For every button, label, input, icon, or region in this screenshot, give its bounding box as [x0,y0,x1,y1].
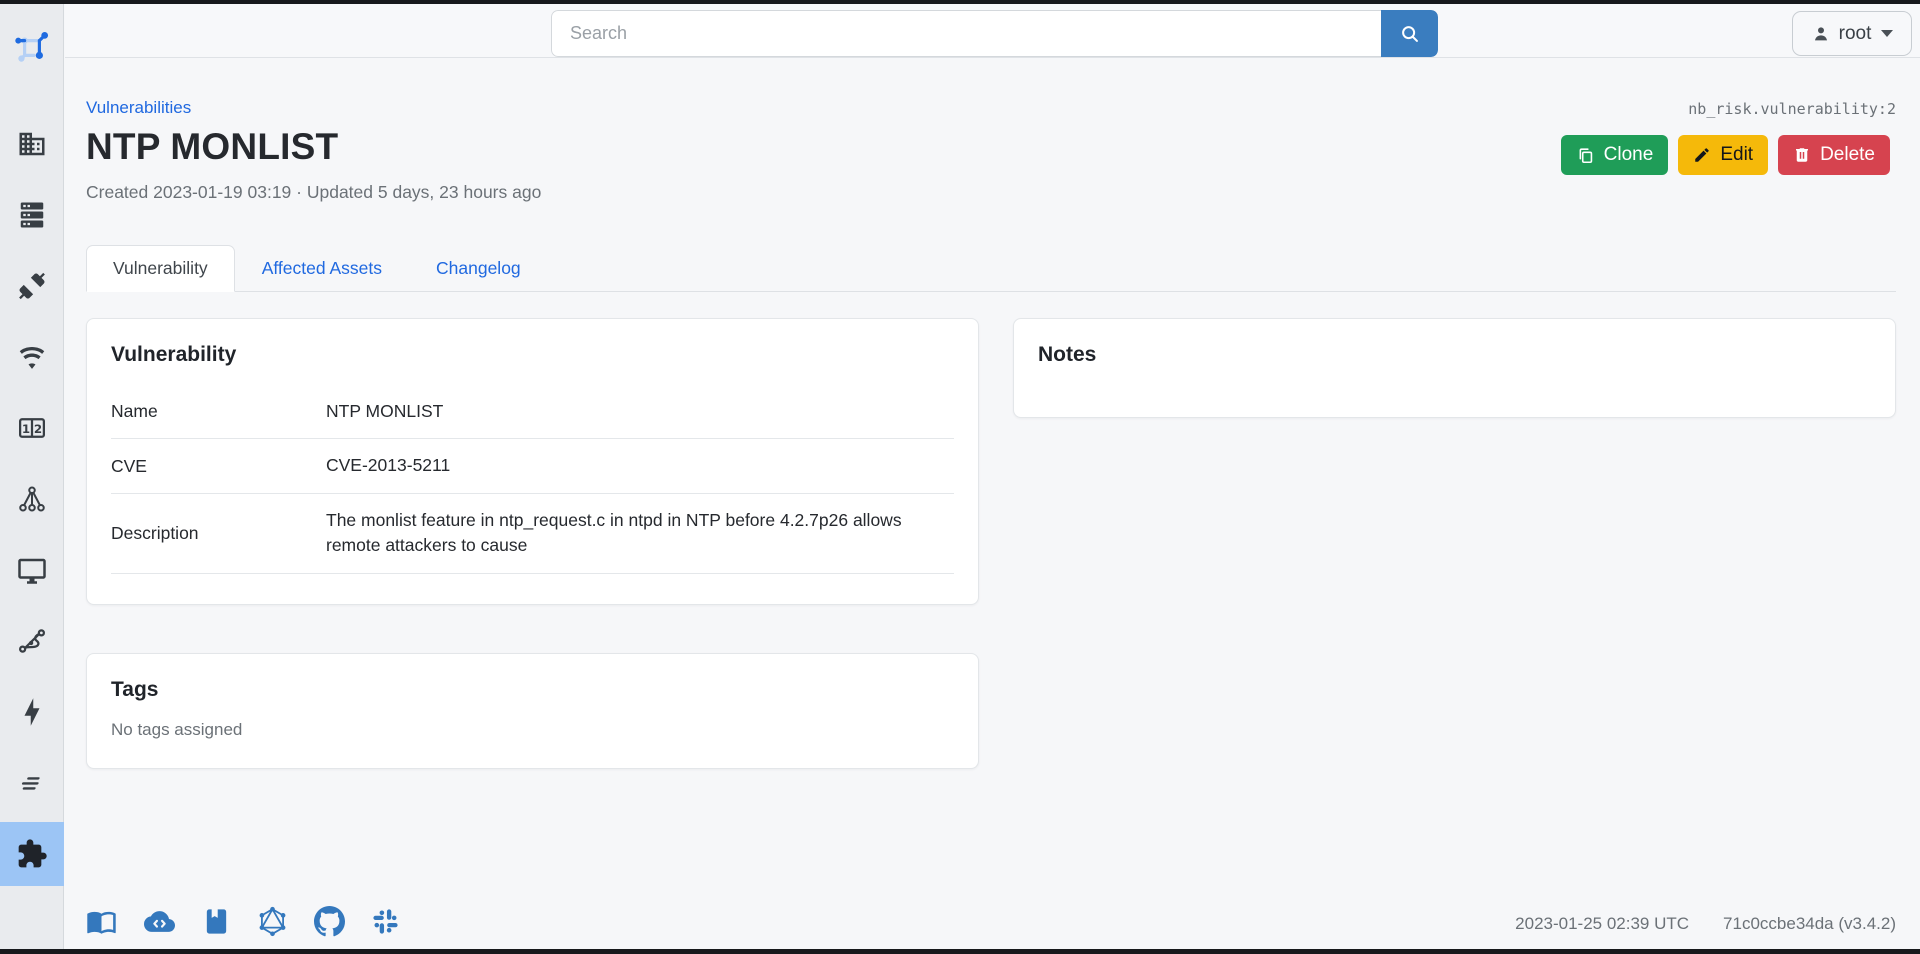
object-tabs: Vulnerability Affected Assets Changelog [86,245,1896,292]
github-icon [314,906,345,937]
vulnerability-card: Vulnerability Name NTP MONLIST CVE CVE-2… [86,318,979,605]
user-icon [1814,26,1827,40]
tab-changelog[interactable]: Changelog [409,245,548,292]
svg-text:1: 1 [22,422,30,436]
row-value: The monlist feature in ntp_request.c in … [326,509,902,556]
top-black-bar [0,0,1920,4]
vulnerability-card-title: Vulnerability [111,343,237,366]
user-menu-button[interactable]: root [1792,11,1912,56]
tab-vulnerability[interactable]: Vulnerability [86,245,235,292]
row-value: CVE-2013-5211 [326,455,451,476]
api-docs-icon [206,909,227,934]
edit-button[interactable]: Edit [1678,135,1769,175]
sidebar: 1 2 [0,4,64,949]
sidebar-item-power[interactable] [0,680,64,744]
api-docs-link[interactable] [202,906,231,942]
rest-api-link[interactable] [143,906,176,942]
search-group [551,10,1438,57]
docs-link[interactable] [86,906,117,942]
overlay-icon [19,486,45,512]
table-row: Description The monlist feature in ntp_r… [111,493,954,573]
netbox-logo[interactable] [0,28,64,68]
sidebar-item-devices[interactable] [0,183,64,247]
logging-icon [21,777,40,790]
github-link[interactable] [314,906,345,942]
notes-card: Notes [1013,318,1896,418]
main-content: Vulnerabilities nb_risk.vulnerability:2 … [86,58,1896,949]
sidebar-nav: 1 2 [0,112,64,886]
footer-links [86,906,400,942]
page-footer: 2023-01-25 02:39 UTC 71c0ccbe34da (v3.4.… [86,906,1896,942]
sidebar-item-logging[interactable] [0,751,64,815]
power-icon [24,698,40,726]
user-label: root [1838,22,1872,44]
svg-text:2: 2 [34,422,42,436]
object-id: nb_risk.vulnerability:2 [1688,100,1896,118]
clone-icon [1579,147,1592,163]
object-actions: Clone Edit Delete [1560,135,1890,175]
sidebar-item-connections[interactable] [0,254,64,318]
devices-icon [20,202,44,228]
tags-card: Tags No tags assigned [86,652,979,769]
search-icon [1401,25,1418,42]
created-updated-meta: Created 2023-01-19 03:19 · Updated 5 day… [86,182,542,202]
rest-api-icon [144,911,175,932]
breadcrumb-vulnerabilities[interactable]: Vulnerabilities [86,98,191,118]
sidebar-item-overlay[interactable] [0,467,64,531]
circuits-icon [19,629,45,653]
search-button[interactable] [1381,10,1438,57]
search-input[interactable] [551,10,1381,57]
tags-empty-text: No tags assigned [111,719,243,739]
row-label: CVE [111,455,147,476]
sidebar-item-virtualization[interactable] [0,538,64,602]
docs-icon [87,911,116,934]
top-bar: root [65,4,1920,58]
cards-grid: Vulnerability Name NTP MONLIST CVE CVE-2… [86,318,1896,769]
footer-build-version: 71c0ccbe34da (v3.4.2) [1723,914,1896,933]
delete-button[interactable]: Delete [1778,135,1890,175]
wireless-icon [19,347,45,369]
sidebar-item-plugins[interactable] [0,822,64,886]
community-link[interactable] [371,907,400,941]
footer-timestamp: 2023-01-25 02:39 UTC [1515,914,1690,933]
netbox-logo-icon [15,31,49,62]
row-label: Name [111,401,158,422]
clone-button[interactable]: Clone [1560,135,1669,175]
virtualization-icon [18,558,46,584]
community-icon [373,909,398,934]
connections-icon [19,272,45,300]
tab-affected-assets[interactable]: Affected Assets [235,245,409,292]
row-label: Description [111,522,199,543]
footer-meta: 2023-01-25 02:39 UTC 71c0ccbe34da (v3.4.… [1515,914,1896,934]
organization-icon [19,132,45,156]
graphql-icon [259,906,286,937]
tags-card-title: Tags [111,677,159,701]
sidebar-item-organization[interactable] [0,112,64,176]
bottom-black-bar [0,949,1920,954]
delete-icon [1796,148,1809,162]
row-value: NTP MONLIST [326,401,444,421]
page-head: Vulnerabilities nb_risk.vulnerability:2 … [86,58,1896,203]
table-row: CVE CVE-2013-5211 [111,439,954,494]
chevron-down-icon [1881,30,1894,37]
vulnerability-attr-table: Name NTP MONLIST CVE CVE-2013-5211 Descr… [111,385,954,574]
sidebar-item-ipam[interactable]: 1 2 [0,396,64,460]
plugins-icon [18,839,47,868]
graphql-link[interactable] [257,906,288,942]
notes-card-title: Notes [1038,343,1097,366]
edit-icon [1695,148,1710,162]
sidebar-item-circuits[interactable] [0,609,64,673]
ipam-icon: 1 2 [19,418,45,438]
table-row: Name NTP MONLIST [111,385,954,439]
sidebar-item-wireless[interactable] [0,325,64,389]
